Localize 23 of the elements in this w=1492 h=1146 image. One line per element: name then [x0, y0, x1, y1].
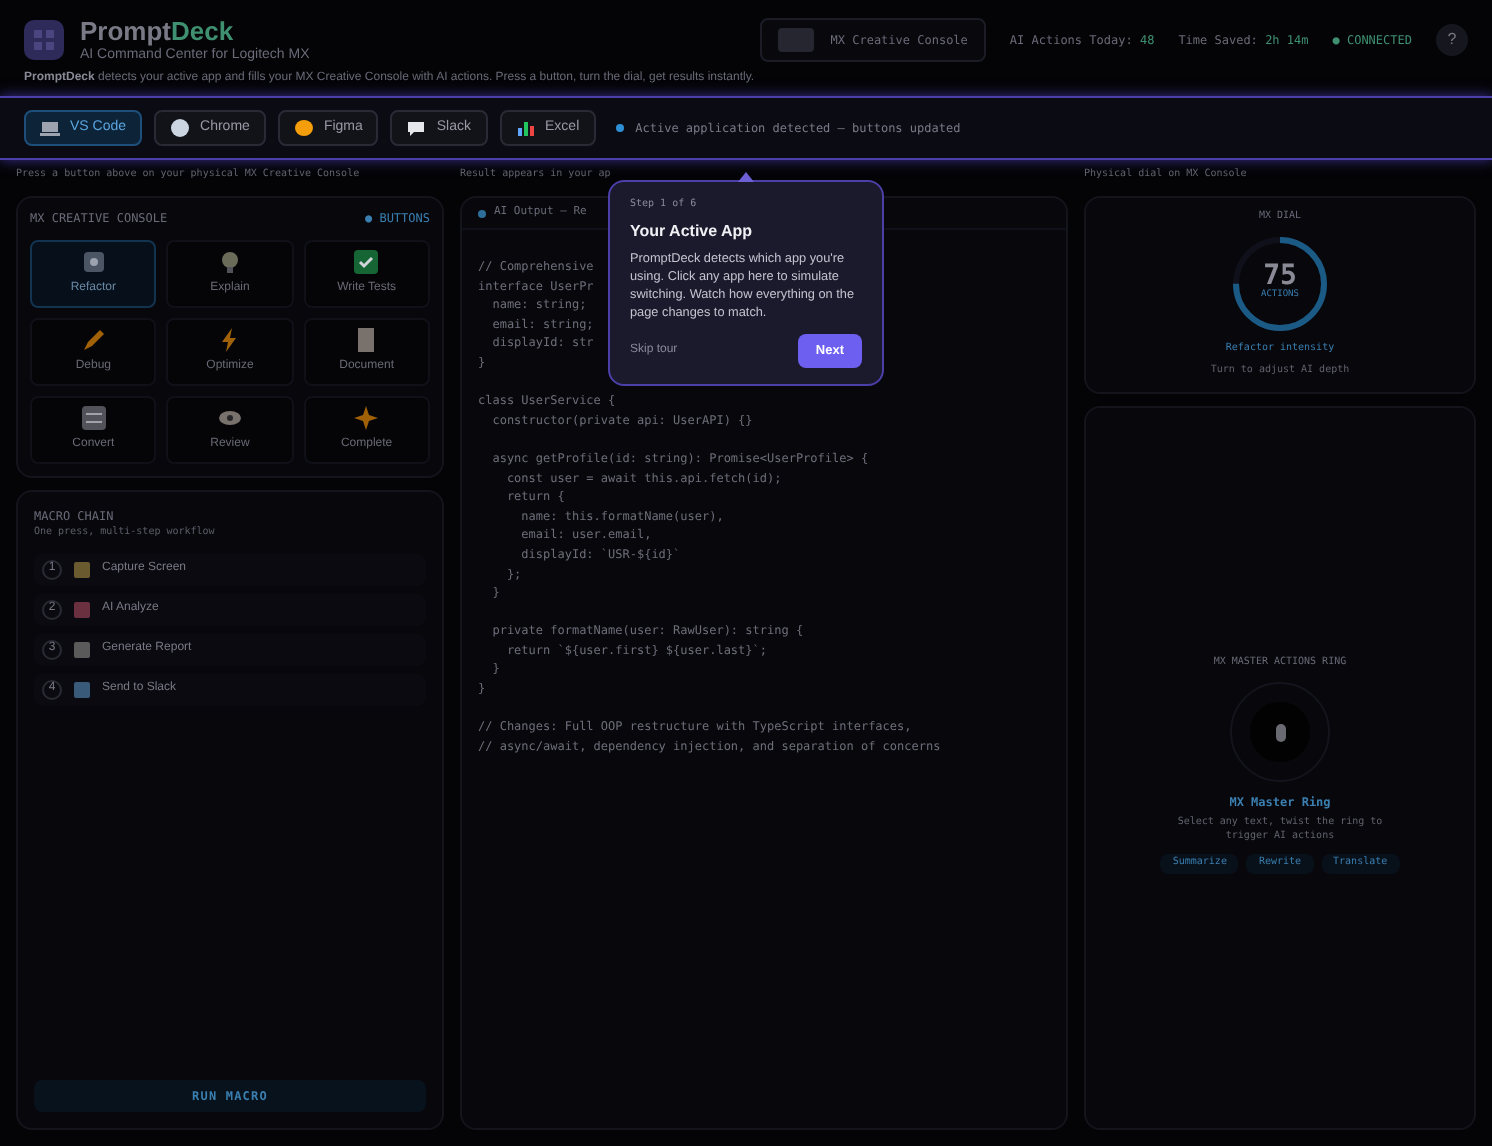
app-title: PromptDeck	[80, 15, 236, 46]
lightbulb-icon	[217, 250, 242, 274]
dial-value: 75	[1263, 262, 1297, 291]
output-dot	[478, 209, 486, 217]
tour-title: Your Active App	[630, 219, 755, 243]
chat-bubble-icon	[406, 118, 427, 138]
sparkle-icon	[354, 406, 379, 430]
bar-chart-icon	[515, 118, 536, 138]
step-icon	[74, 641, 90, 657]
step-icon	[74, 681, 90, 697]
checkbox-icon	[354, 250, 379, 274]
mouse-icon	[1275, 723, 1285, 741]
eye-icon	[217, 406, 242, 430]
popover-arrow-icon	[738, 172, 754, 182]
laptop-icon	[40, 118, 60, 138]
pencil-icon	[81, 328, 106, 352]
circle-icon	[170, 118, 191, 138]
logo-icon	[24, 20, 64, 60]
step-icon	[74, 601, 90, 617]
help-button[interactable]: ?	[1436, 24, 1468, 56]
document-icon	[354, 328, 379, 352]
step-icon	[74, 561, 90, 577]
lightning-icon	[217, 328, 242, 352]
